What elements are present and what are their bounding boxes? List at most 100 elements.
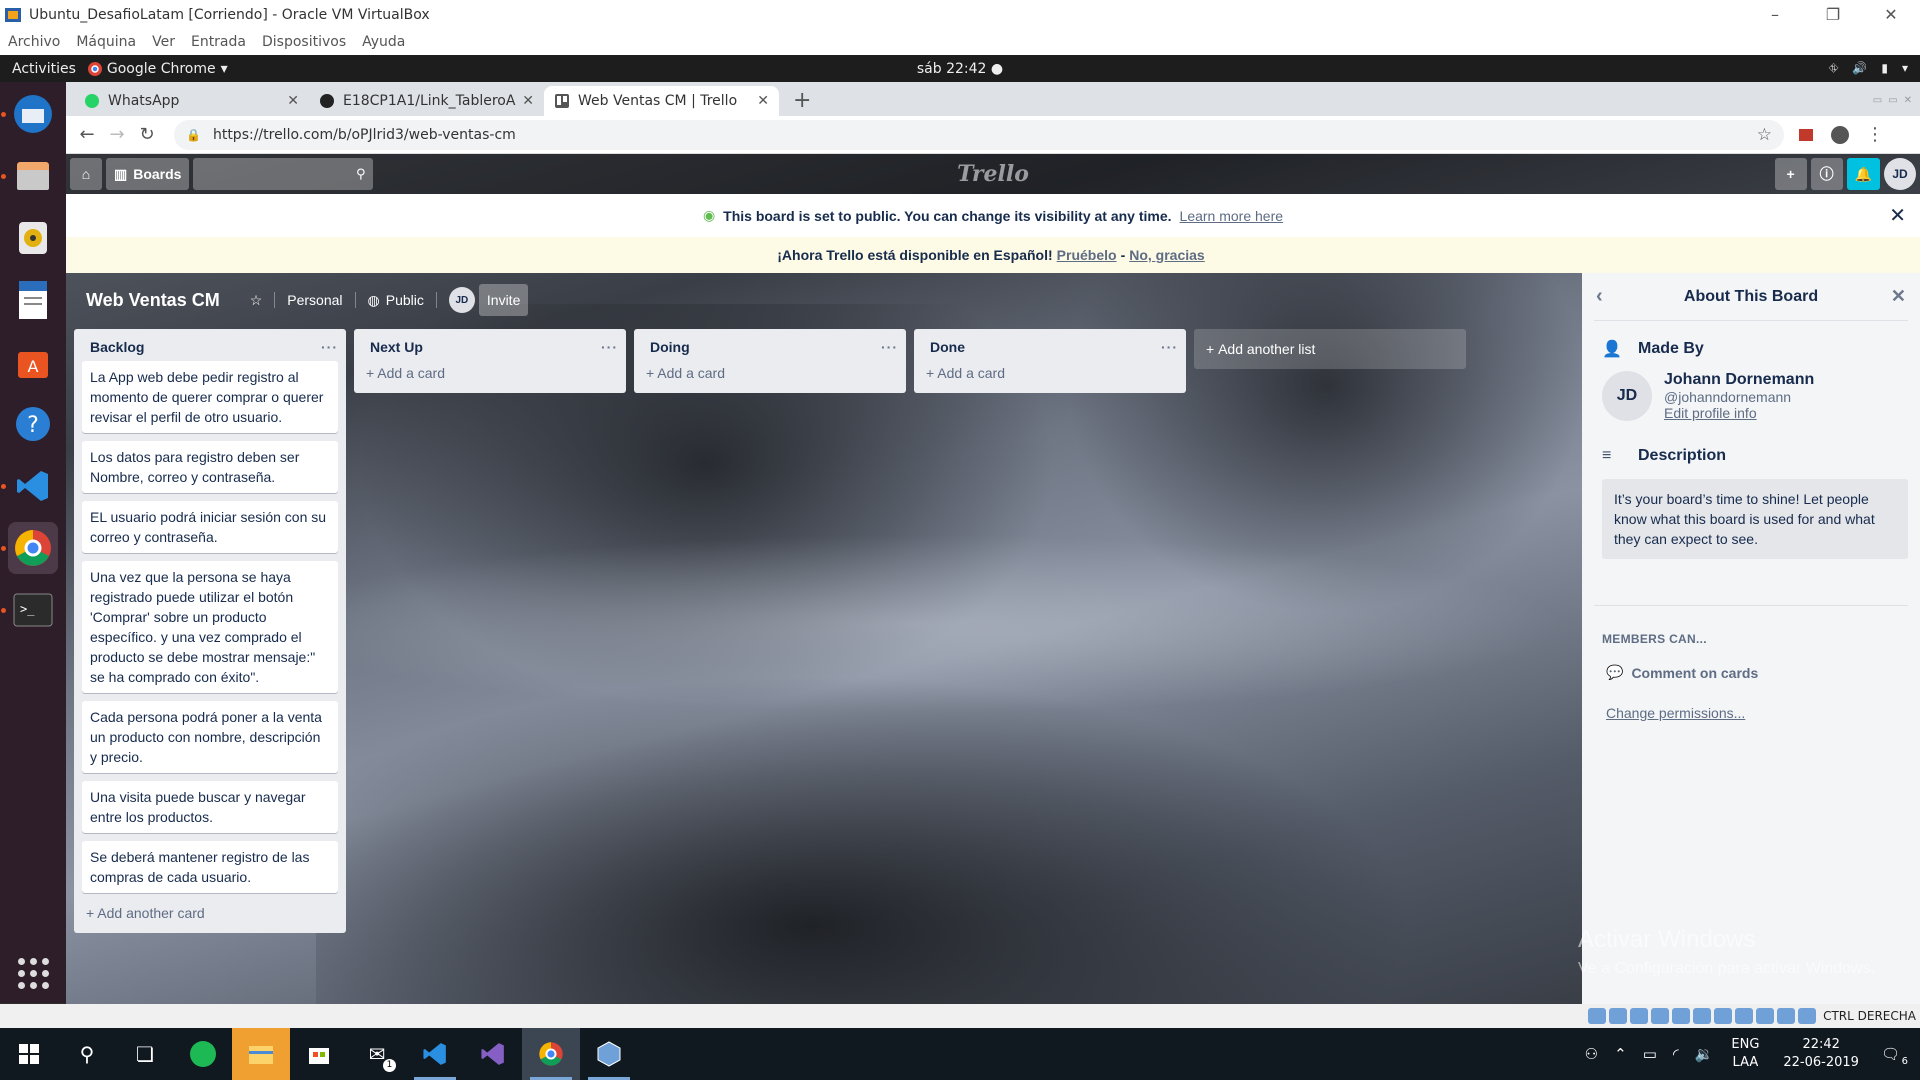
list-header[interactable]: Done ··· — [914, 329, 1186, 361]
add-card-button[interactable]: + Add a card — [354, 361, 626, 389]
restore-icon[interactable]: ▭ — [1888, 95, 1897, 106]
star-icon[interactable]: ☆ — [242, 284, 271, 316]
restore-icon[interactable]: ❐ — [1804, 5, 1862, 24]
taskbar-explorer[interactable] — [232, 1028, 290, 1080]
profile-avatar-icon[interactable] — [1830, 125, 1850, 145]
keyboard-icon[interactable] — [1798, 1008, 1817, 1024]
list-title[interactable]: Doing — [650, 339, 690, 355]
back-icon[interactable]: ‹ — [1596, 285, 1603, 308]
list-title[interactable]: Backlog — [90, 339, 144, 355]
list-card[interactable]: Se deberá mantener registro de las compr… — [82, 841, 338, 893]
tab-whatsapp[interactable]: WhatsApp ✕ — [74, 86, 309, 116]
dock-vscode[interactable] — [1, 460, 58, 512]
invite-button[interactable]: Invite — [478, 284, 529, 316]
app-menu[interactable]: Google Chrome ▾ — [87, 61, 228, 77]
show-applications-icon[interactable] — [17, 958, 49, 989]
close-tab-icon[interactable]: ✕ — [522, 93, 534, 109]
list-title[interactable]: Done — [930, 339, 965, 355]
start-button[interactable] — [0, 1028, 58, 1080]
list-header[interactable]: Doing ··· — [634, 329, 906, 361]
member-avatar[interactable]: JD — [1602, 371, 1652, 421]
menu-ver[interactable]: Ver — [152, 34, 175, 50]
language-indicator[interactable]: ENG LAA — [1731, 1036, 1759, 1072]
board-title[interactable]: Web Ventas CM — [86, 290, 220, 311]
menu-dispositivos[interactable]: Dispositivos — [262, 34, 346, 50]
bookmark-star-icon[interactable]: ☆ — [1757, 125, 1772, 145]
lock-icon[interactable]: 🔒 — [186, 128, 201, 142]
add-list-button[interactable]: + Add another list — [1194, 329, 1466, 369]
taskbar-chrome[interactable] — [522, 1028, 580, 1080]
chevron-up-icon[interactable]: ⌃ — [1614, 1045, 1627, 1063]
tab-github[interactable]: E18CP1A1/Link_TableroA ✕ — [309, 86, 544, 116]
reload-icon[interactable]: ↻ — [132, 124, 162, 145]
dock-software[interactable]: A — [8, 336, 58, 388]
close-tab-icon[interactable]: ✕ — [757, 93, 769, 109]
list-title[interactable]: Next Up — [370, 339, 423, 355]
list-card[interactable]: Una vez que la persona se haya registrad… — [82, 561, 338, 693]
close-icon[interactable]: ✕ — [1891, 286, 1906, 307]
taskbar-vscode[interactable] — [406, 1028, 464, 1080]
close-icon[interactable]: ✕ — [1889, 203, 1906, 228]
notifications-button[interactable]: 🔔 — [1846, 158, 1880, 190]
close-icon[interactable]: ✕ — [1904, 95, 1912, 106]
address-bar[interactable]: 🔒 https://trello.com/b/oPJlrid3/web-vent… — [174, 119, 1784, 150]
recording-icon[interactable] — [1735, 1008, 1754, 1024]
add-card-button[interactable]: + Add a card — [914, 361, 1186, 389]
add-card-button[interactable]: + Add another card — [74, 901, 346, 929]
ubuntu-clock[interactable]: sáb 22:42 ● — [917, 61, 1003, 77]
wifi-icon[interactable]: ◜ — [1673, 1045, 1679, 1063]
notifications-icon[interactable]: 🗨 6 — [1881, 1045, 1908, 1067]
list-header[interactable]: Next Up ··· — [354, 329, 626, 361]
taskbar-store[interactable] — [290, 1028, 348, 1080]
system-tray[interactable]: ⛗ 🔊 ▮ ▾ — [1829, 61, 1920, 76]
menu-archivo[interactable]: Archivo — [8, 34, 60, 50]
learn-more-link[interactable]: Learn more here — [1180, 208, 1284, 224]
search-input[interactable]: ⚲ — [193, 158, 374, 190]
network-icon[interactable] — [1651, 1008, 1670, 1024]
edit-profile-link[interactable]: Edit profile info — [1664, 405, 1757, 421]
try-link[interactable]: Pruébelo — [1057, 247, 1117, 263]
taskbar-mail[interactable]: ✉ 1 — [348, 1028, 406, 1080]
search-button[interactable]: ⚲ — [58, 1028, 116, 1080]
team-button[interactable]: Personal — [279, 284, 350, 316]
extension-icon[interactable] — [1798, 127, 1814, 143]
audio-icon[interactable] — [1630, 1008, 1649, 1024]
dock-files[interactable] — [1, 150, 58, 202]
taskbar-visual-studio[interactable] — [464, 1028, 522, 1080]
taskbar-spotify[interactable] — [174, 1028, 232, 1080]
boards-button[interactable]: ▥ Boards — [106, 158, 190, 190]
dock-writer[interactable] — [8, 274, 58, 326]
menu-maquina[interactable]: Máquina — [76, 34, 136, 50]
mouse-integration-icon[interactable] — [1777, 1008, 1796, 1024]
member-avatar[interactable]: JD — [448, 287, 475, 313]
list-header[interactable]: Backlog ··· — [74, 329, 346, 361]
dock-rhythmbox[interactable] — [8, 212, 58, 264]
visibility-button[interactable]: ◍ Public — [360, 284, 432, 316]
menu-ayuda[interactable]: Ayuda — [362, 34, 405, 50]
info-button[interactable]: ⓘ — [1810, 158, 1843, 190]
battery-icon[interactable]: ▭ — [1643, 1045, 1657, 1063]
back-icon[interactable]: ← — [72, 124, 102, 145]
shared-folders-icon[interactable] — [1693, 1008, 1712, 1024]
people-icon[interactable]: ⚇ — [1585, 1045, 1598, 1063]
list-card[interactable]: Los datos para registro deben ser Nombre… — [82, 441, 338, 493]
forward-icon[interactable]: → — [102, 124, 132, 145]
chrome-menu-icon[interactable]: ⋮ — [1866, 124, 1884, 145]
change-permissions-link[interactable]: Change permissions... — [1582, 681, 1920, 721]
task-view-button[interactable]: ❏ — [116, 1028, 174, 1080]
no-thanks-link[interactable]: No, gracias — [1129, 247, 1204, 263]
home-button[interactable]: ⌂ — [70, 158, 102, 190]
list-card[interactable]: Una visita puede buscar y navegar entre … — [82, 781, 338, 833]
list-menu-icon[interactable]: ··· — [321, 339, 338, 355]
menu-entrada[interactable]: Entrada — [191, 34, 246, 50]
close-icon[interactable]: ✕ — [1862, 5, 1920, 24]
minimize-icon[interactable]: – — [1746, 5, 1804, 24]
dock-terminal[interactable]: >_ — [1, 584, 58, 636]
display-icon[interactable] — [1714, 1008, 1733, 1024]
hdd-icon[interactable] — [1588, 1008, 1607, 1024]
optical-drive-icon[interactable] — [1609, 1008, 1628, 1024]
taskbar-virtualbox[interactable] — [580, 1028, 638, 1080]
taskbar-clock[interactable]: 22:42 22-06-2019 — [1783, 1036, 1859, 1072]
user-avatar[interactable]: JD — [1884, 158, 1916, 190]
dock-help[interactable]: ? — [8, 398, 58, 450]
